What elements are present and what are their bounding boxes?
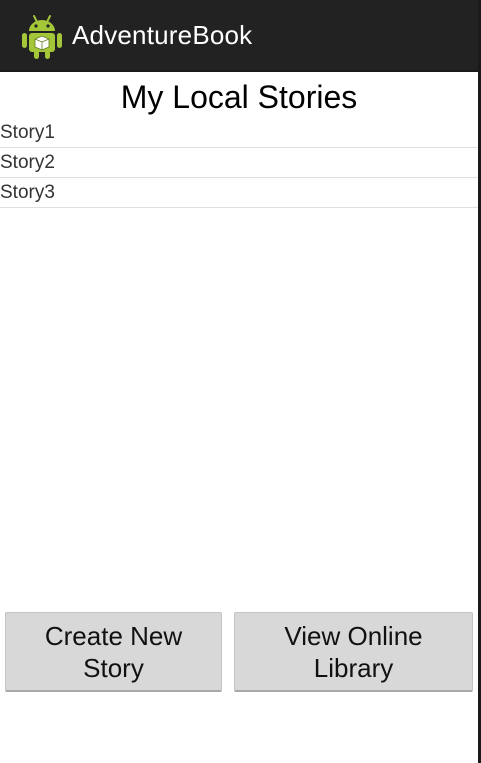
app-title: AdventureBook bbox=[72, 20, 253, 50]
story-list: Story1 Story2 Story3 bbox=[0, 118, 478, 208]
list-item-story1[interactable]: Story1 bbox=[0, 118, 478, 148]
view-online-library-button[interactable]: View Online Library bbox=[234, 612, 473, 692]
create-new-story-button[interactable]: Create New Story bbox=[5, 612, 222, 692]
list-item-story3[interactable]: Story3 bbox=[0, 178, 478, 208]
app-screen: AdventureBook My Local Stories Story1 St… bbox=[0, 0, 481, 763]
android-robot-icon bbox=[22, 15, 62, 59]
list-item-story2[interactable]: Story2 bbox=[0, 148, 478, 178]
action-bar: AdventureBook bbox=[0, 0, 478, 72]
page-title: My Local Stories bbox=[120, 79, 358, 115]
